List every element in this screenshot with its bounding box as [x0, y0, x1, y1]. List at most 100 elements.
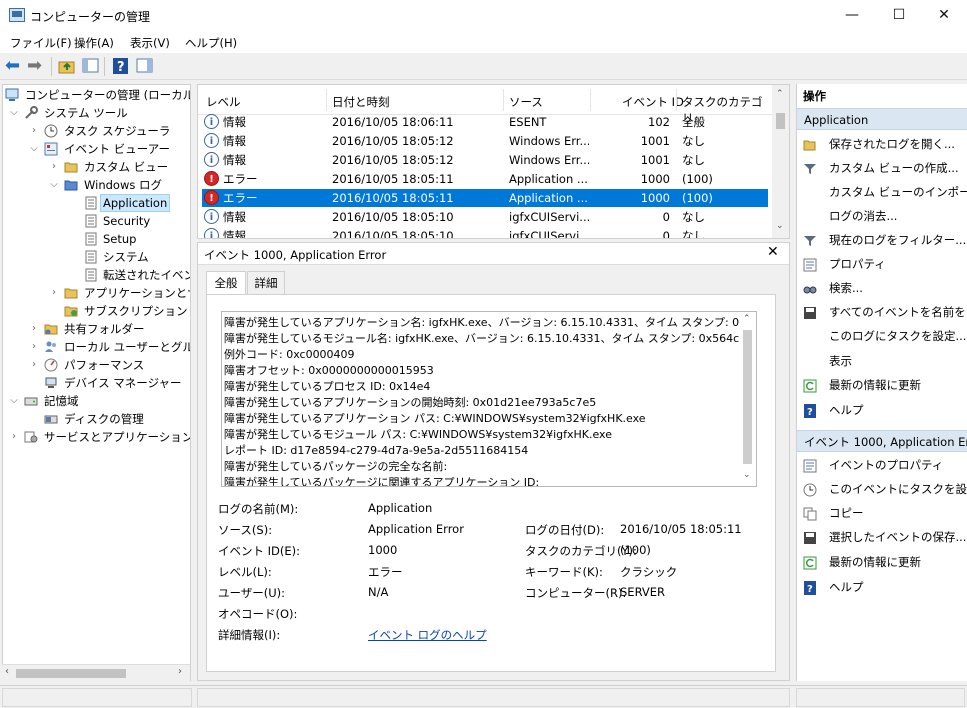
- column-separator[interactable]: [590, 89, 591, 111]
- expand-chevron-icon[interactable]: ›: [29, 356, 39, 374]
- tree-horizontal-scrollbar[interactable]: ‹ ›: [2, 664, 190, 681]
- task-icon: [803, 482, 817, 497]
- action-clear-log[interactable]: ログの消去...: [797, 205, 967, 227]
- expand-chevron-icon[interactable]: ›: [9, 428, 19, 446]
- action-find[interactable]: 検索...: [797, 277, 967, 299]
- action-copy[interactable]: コピー: [797, 502, 967, 524]
- tree-node-shared-folders[interactable]: › 共有フォルダー: [3, 320, 188, 338]
- action-open-saved-log[interactable]: 保存されたログを開く...: [797, 133, 967, 155]
- menu-help[interactable]: ヘルプ(H): [185, 35, 237, 51]
- tree-node-label: サービスとアプリケーション: [44, 430, 191, 444]
- tree-node-local-users[interactable]: › ローカル ユーザーとグループ: [3, 338, 190, 356]
- table-row[interactable]: i 情報 2016/10/05 18:06:11 ESENT 102 全般: [202, 113, 768, 131]
- action-filter-current-log[interactable]: 現在のログをフィルター...: [797, 229, 967, 251]
- tree-node-performance[interactable]: › パフォーマンス: [3, 356, 188, 374]
- show-hide-tree-icon[interactable]: [82, 57, 100, 75]
- tree-node-computer-management[interactable]: コンピューターの管理 (ローカル): [5, 86, 190, 104]
- scrollbar-thumb[interactable]: [776, 113, 785, 129]
- collapse-chevron-icon[interactable]: ⌵: [9, 104, 19, 122]
- table-row[interactable]: i 情報 2016/10/05 18:05:10 igfxCUIServi...…: [202, 227, 768, 238]
- tree-node-apps-services[interactable]: › アプリケーションとサービ: [3, 284, 190, 302]
- tree-node-disk-management[interactable]: ディスクの管理: [3, 410, 188, 428]
- action-save-selected-events[interactable]: 選択したイベントの保存...: [797, 526, 967, 548]
- action-help[interactable]: ? ヘルプ: [797, 399, 967, 421]
- tree-node-system[interactable]: システム: [3, 248, 188, 266]
- column-date[interactable]: 日付と時刻: [332, 94, 390, 110]
- action-help-event[interactable]: ? ヘルプ: [797, 576, 967, 598]
- tree-node-custom-views[interactable]: › カスタム ビュー: [3, 158, 188, 176]
- scroll-left-icon[interactable]: ‹: [5, 666, 9, 677]
- actions-section-application[interactable]: Application: [797, 108, 967, 130]
- tree-node-storage[interactable]: ⌵ 記憶域: [3, 392, 188, 410]
- tree-node-security[interactable]: Security: [3, 212, 188, 230]
- collapse-chevron-icon[interactable]: ⌵: [49, 176, 59, 194]
- action-event-properties[interactable]: イベントのプロパティ: [797, 454, 967, 476]
- tree-node-system-tools[interactable]: ⌵ システム ツール: [3, 104, 188, 122]
- tab-details[interactable]: 詳細: [247, 271, 285, 294]
- tree-node-subscriptions[interactable]: サブスクリプション: [3, 302, 188, 320]
- detail-header: イベント 1000, Application Error ✕: [198, 243, 789, 265]
- tree-node-device-manager[interactable]: デバイス マネージャー: [3, 374, 188, 392]
- actions-section-event[interactable]: イベント 1000, Application Err...: [797, 430, 967, 452]
- table-row[interactable]: ! エラー 2016/10/05 18:05:11 Application ..…: [202, 170, 768, 188]
- action-attach-task-to-event[interactable]: このイベントにタスクを設定...: [797, 478, 967, 500]
- table-row-selected[interactable]: ! エラー 2016/10/05 18:05:11 Application ..…: [202, 189, 768, 207]
- tree-node-forwarded-events[interactable]: 転送されたイベント: [3, 266, 190, 284]
- expand-chevron-icon[interactable]: ›: [49, 158, 59, 176]
- event-log-help-link[interactable]: イベント ログのヘルプ: [368, 627, 487, 643]
- forward-arrow-icon[interactable]: ➡: [27, 57, 45, 75]
- menu-file[interactable]: ファイル(F): [10, 35, 72, 51]
- maximize-button[interactable]: ☐: [876, 0, 922, 31]
- scrollbar-thumb[interactable]: [16, 669, 126, 678]
- column-separator[interactable]: [326, 89, 327, 111]
- close-icon[interactable]: ✕: [767, 244, 779, 260]
- action-refresh[interactable]: 最新の情報に更新: [797, 374, 967, 396]
- scroll-up-icon[interactable]: ⌃: [776, 89, 784, 99]
- menu-view[interactable]: 表示(V): [130, 35, 170, 51]
- column-source[interactable]: ソース: [509, 94, 543, 110]
- tree-node-event-viewer[interactable]: ⌵ イベント ビューアー: [3, 140, 188, 158]
- description-scrollbar[interactable]: ⌃ ⌄: [739, 312, 756, 486]
- minimize-button[interactable]: —: [829, 0, 875, 31]
- action-import-custom-view[interactable]: カスタム ビューのインポート...: [797, 181, 967, 203]
- column-separator[interactable]: [676, 89, 677, 111]
- column-level[interactable]: レベル: [206, 94, 241, 110]
- column-event-id[interactable]: イベント ID: [622, 94, 684, 110]
- help-icon[interactable]: ?: [112, 57, 130, 75]
- close-button[interactable]: ✕: [921, 0, 967, 31]
- up-folder-icon[interactable]: [58, 57, 76, 75]
- tab-general[interactable]: 全般: [206, 271, 246, 295]
- action-create-custom-view[interactable]: カスタム ビューの作成...: [797, 157, 967, 179]
- collapse-chevron-icon[interactable]: ⌵: [29, 140, 39, 158]
- table-row[interactable]: i 情報 2016/10/05 18:05:12 Windows Err... …: [202, 132, 768, 150]
- event-list-scrollbar[interactable]: ⌃ ⌄: [772, 85, 789, 238]
- action-refresh-event[interactable]: 最新の情報に更新: [797, 551, 967, 573]
- tree-node-task-scheduler[interactable]: › タスク スケジューラ: [3, 122, 188, 140]
- scroll-down-icon[interactable]: ⌄: [776, 221, 784, 231]
- action-label: 最新の情報に更新: [829, 555, 921, 569]
- tree-node-windows-logs[interactable]: ⌵ Windows ログ: [3, 176, 188, 194]
- column-separator[interactable]: [503, 89, 504, 111]
- action-view[interactable]: 表示: [797, 350, 967, 372]
- scroll-up-icon[interactable]: ⌃: [743, 314, 751, 324]
- action-properties[interactable]: プロパティ: [797, 253, 967, 275]
- scroll-down-icon[interactable]: ⌄: [743, 470, 751, 480]
- scrollbar-thumb[interactable]: [743, 330, 752, 464]
- table-row[interactable]: i 情報 2016/10/05 18:05:12 Windows Err... …: [202, 151, 768, 169]
- collapse-chevron-icon[interactable]: ⌵: [9, 392, 19, 410]
- tree-node-application[interactable]: Application: [3, 194, 188, 212]
- expand-chevron-icon[interactable]: ›: [49, 284, 59, 302]
- action-save-all-events[interactable]: すべてのイベントを名前を...: [797, 301, 967, 323]
- event-description[interactable]: 障害が発生しているアプリケーション名: igfxHK.exe、バージョン: 6.…: [221, 311, 757, 487]
- back-arrow-icon[interactable]: ⬅: [5, 57, 23, 75]
- expand-chevron-icon[interactable]: ›: [29, 320, 39, 338]
- expand-chevron-icon[interactable]: ›: [29, 122, 39, 140]
- expand-chevron-icon[interactable]: ›: [29, 338, 39, 356]
- action-attach-task-to-log[interactable]: このログにタスクを設定...: [797, 325, 967, 347]
- scroll-right-icon[interactable]: ›: [178, 666, 182, 677]
- menu-action[interactable]: 操作(A): [74, 35, 114, 51]
- tree-node-services-apps[interactable]: › サービスとアプリケーション: [3, 428, 191, 446]
- table-row[interactable]: i 情報 2016/10/05 18:05:10 igfxCUIServi...…: [202, 208, 768, 226]
- tree-node-setup[interactable]: Setup: [3, 230, 188, 248]
- show-hide-action-pane-icon[interactable]: [136, 57, 154, 75]
